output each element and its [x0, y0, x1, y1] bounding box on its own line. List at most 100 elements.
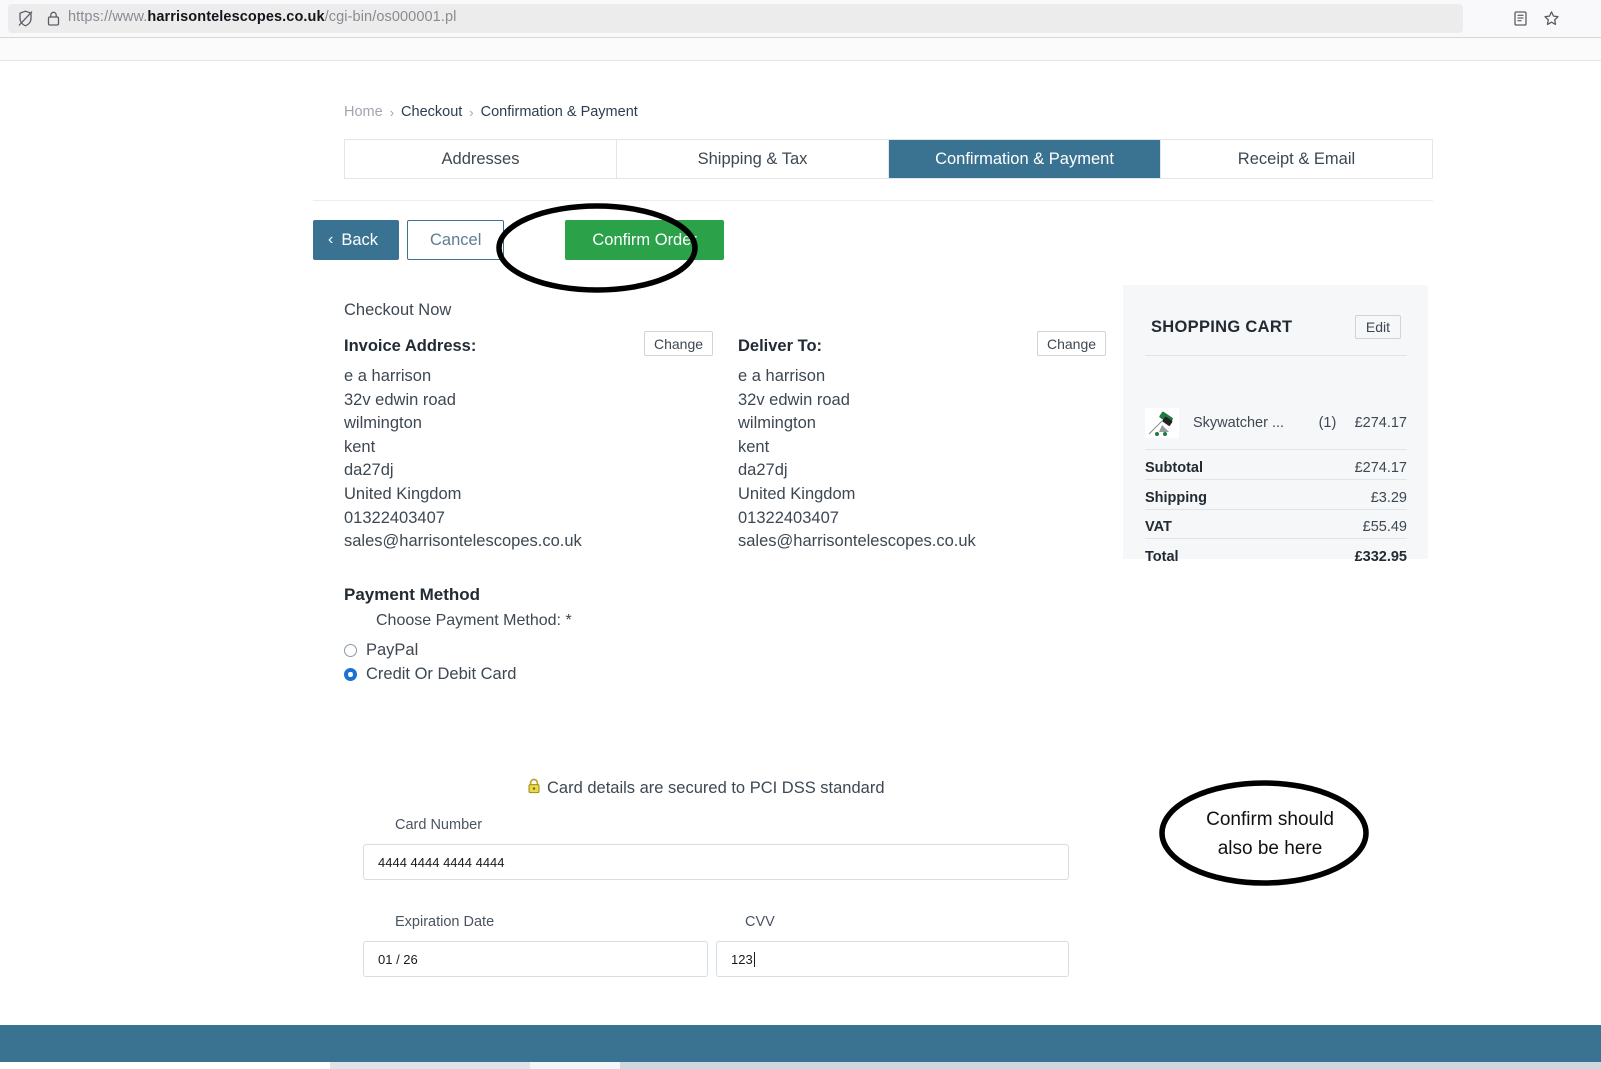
invoice-address-line: 01322403407	[344, 507, 714, 531]
tab-addresses[interactable]: Addresses	[345, 140, 617, 178]
breadcrumb: Home › Checkout › Confirmation & Payment	[344, 104, 638, 120]
invoice-address-line: United Kingdom	[344, 483, 714, 507]
payment-option-credit-debit-card[interactable]: Credit Or Debit Card	[344, 665, 516, 684]
cart-row-subtotal: Subtotal £274.17	[1145, 460, 1407, 476]
cvv-label: CVV	[745, 914, 775, 930]
taskbar-segment	[530, 1062, 620, 1069]
lock-icon[interactable]	[44, 9, 63, 33]
checkout-tabs: Addresses Shipping & Tax Confirmation & …	[344, 139, 1433, 179]
text-cursor	[754, 952, 755, 967]
url-path: /cgi-bin/os000001.pl	[325, 9, 457, 25]
shopping-cart-panel: SHOPPING CART Edit Skywatcher ... (1) £2…	[1123, 285, 1428, 559]
tab-confirmation-payment[interactable]: Confirmation & Payment	[889, 140, 1161, 178]
cart-row-value: £332.95	[1355, 549, 1407, 565]
cart-row-value: £55.49	[1363, 519, 1407, 535]
tab-receipt-email[interactable]: Receipt & Email	[1161, 140, 1432, 178]
cart-row-total: Total £332.95	[1145, 549, 1407, 565]
payment-method-heading: Payment Method	[344, 585, 480, 605]
expiration-date-input[interactable]: 01 / 26	[363, 941, 708, 977]
cart-row-shipping: Shipping £3.29	[1145, 490, 1407, 506]
back-button[interactable]: ‹ Back	[313, 220, 399, 260]
deliver-to-line: da27dj	[738, 459, 1108, 483]
annotation-note-line-2: also be here	[1185, 835, 1355, 864]
taskbar-segment	[0, 1062, 330, 1069]
breadcrumb-separator-2: ›	[469, 105, 473, 120]
invoice-address-line: 32v edwin road	[344, 389, 714, 413]
change-invoice-address-button[interactable]: Change	[644, 331, 713, 356]
cart-row-value: £3.29	[1371, 490, 1407, 506]
back-button-label: Back	[341, 231, 378, 250]
radio-credit-debit-card-icon[interactable]	[344, 668, 357, 681]
deliver-to-line: 01322403407	[738, 507, 1108, 531]
window-bottom-strip	[0, 1062, 1601, 1069]
taskbar-segment	[330, 1062, 530, 1069]
invoice-address-line: wilmington	[344, 412, 714, 436]
toolbar-rule	[313, 200, 1433, 201]
annotation-note-line-1: Confirm should	[1185, 806, 1355, 835]
breadcrumb-checkout[interactable]: Checkout	[401, 104, 462, 120]
change-delivery-address-button[interactable]: Change	[1037, 331, 1106, 356]
deliver-to-line: e a harrison	[738, 365, 1108, 389]
cart-line-item[interactable]: Skywatcher ... (1) £274.17	[1145, 408, 1407, 438]
cart-divider	[1145, 479, 1407, 480]
pci-security-note: Card details are secured to PCI DSS stan…	[527, 778, 885, 798]
site-footer-band	[0, 1025, 1601, 1062]
edit-cart-button[interactable]: Edit	[1355, 315, 1401, 339]
padlock-icon	[527, 778, 541, 798]
breadcrumb-separator: ›	[390, 105, 394, 120]
choose-payment-method-label: Choose Payment Method: *	[376, 612, 572, 630]
cart-divider	[1145, 538, 1407, 539]
deliver-to-block: Deliver To: e a harrison 32v edwin road …	[738, 337, 1108, 554]
chevron-left-icon: ‹	[328, 232, 333, 248]
reader-view-icon[interactable]	[1511, 9, 1530, 33]
browser-toolbar: https://www.harrisontelescopes.co.uk/cgi…	[0, 0, 1601, 37]
cart-row-label: VAT	[1145, 519, 1172, 535]
bookmark-star-icon[interactable]	[1542, 9, 1561, 33]
deliver-to-line: 32v edwin road	[738, 389, 1108, 413]
radio-paypal-icon[interactable]	[344, 644, 357, 657]
url-prefix: https://www.	[68, 9, 147, 25]
expiration-date-value: 01 / 26	[378, 952, 418, 967]
breadcrumb-current: Confirmation & Payment	[481, 104, 638, 120]
url-text[interactable]: https://www.harrisontelescopes.co.uk/cgi…	[68, 9, 456, 25]
cart-item-price: £274.17	[1355, 415, 1407, 431]
cart-row-vat: VAT £55.49	[1145, 519, 1407, 535]
cart-divider	[1145, 449, 1407, 450]
card-number-value: 4444 4444 4444 4444	[378, 855, 505, 870]
cart-row-value: £274.17	[1355, 460, 1407, 476]
cart-row-label: Subtotal	[1145, 460, 1203, 476]
invoice-address-block: Invoice Address: e a harrison 32v edwin …	[344, 337, 714, 554]
invoice-address-line: sales@harrisontelescopes.co.uk	[344, 530, 714, 554]
checkout-actions: ‹ Back Cancel Confirm Order	[313, 220, 724, 260]
tab-shipping-tax[interactable]: Shipping & Tax	[617, 140, 889, 178]
card-number-input[interactable]: 4444 4444 4444 4444	[363, 844, 1069, 880]
cancel-button[interactable]: Cancel	[407, 220, 504, 260]
card-number-label: Card Number	[395, 817, 482, 833]
payment-option-card-label: Credit Or Debit Card	[366, 665, 516, 684]
annotation-note-text: Confirm should also be here	[1185, 806, 1355, 863]
deliver-to-line: United Kingdom	[738, 483, 1108, 507]
cart-row-label: Shipping	[1145, 490, 1207, 506]
shopping-cart-title: SHOPPING CART	[1151, 318, 1292, 337]
deliver-to-line: sales@harrisontelescopes.co.uk	[738, 530, 1108, 554]
taskbar-segment	[620, 1062, 1601, 1069]
url-domain: harrisontelescopes.co.uk	[147, 9, 324, 25]
cart-row-label: Total	[1145, 549, 1179, 565]
confirm-order-button[interactable]: Confirm Order	[565, 220, 724, 260]
deliver-to-line: wilmington	[738, 412, 1108, 436]
page-content: Home › Checkout › Confirmation & Payment…	[0, 61, 1601, 1069]
cart-divider	[1145, 509, 1407, 510]
breadcrumb-home[interactable]: Home	[344, 104, 383, 120]
cart-item-name: Skywatcher ...	[1193, 415, 1319, 431]
payment-option-paypal[interactable]: PayPal	[344, 641, 418, 660]
shopping-cart-header: SHOPPING CART Edit	[1151, 315, 1401, 339]
shield-off-icon[interactable]	[16, 9, 35, 33]
cvv-input[interactable]: 123	[716, 941, 1069, 977]
invoice-address-line: da27dj	[344, 459, 714, 483]
invoice-address-line: kent	[344, 436, 714, 460]
cart-divider	[1145, 355, 1407, 356]
invoice-address-line: e a harrison	[344, 365, 714, 389]
cvv-value: 123	[731, 952, 753, 967]
telescope-product-thumbnail-icon	[1145, 408, 1179, 438]
payment-option-paypal-label: PayPal	[366, 641, 418, 660]
